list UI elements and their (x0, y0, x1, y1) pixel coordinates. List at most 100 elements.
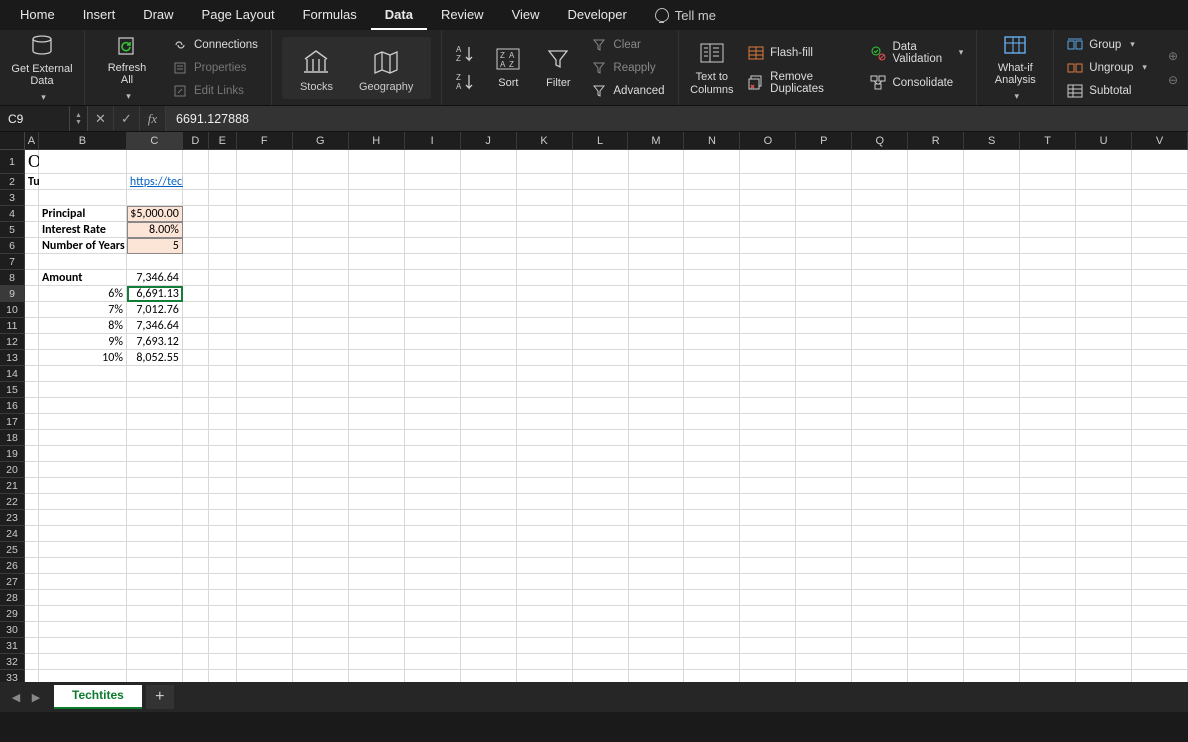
column-header-L[interactable]: L (573, 132, 629, 150)
cell-J3[interactable] (461, 190, 517, 206)
cell-R13[interactable] (908, 350, 964, 366)
cell-G4[interactable] (293, 206, 349, 222)
cell-P14[interactable] (796, 366, 852, 382)
cell-K2[interactable] (517, 174, 573, 190)
column-header-A[interactable]: A (25, 132, 39, 150)
cell-I27[interactable] (405, 574, 461, 590)
cell-E7[interactable] (209, 254, 237, 270)
cell-H12[interactable] (349, 334, 405, 350)
cell-K21[interactable] (517, 478, 573, 494)
column-header-D[interactable]: D (183, 132, 209, 150)
cell-C18[interactable] (127, 430, 183, 446)
cell-J30[interactable] (461, 622, 517, 638)
cell-A22[interactable] (25, 494, 39, 510)
cell-J32[interactable] (461, 654, 517, 670)
cell-J4[interactable] (461, 206, 517, 222)
cell-G28[interactable] (293, 590, 349, 606)
cell-P29[interactable] (796, 606, 852, 622)
cell-P15[interactable] (796, 382, 852, 398)
cell-F18[interactable] (237, 430, 293, 446)
cell-O5[interactable] (740, 222, 796, 238)
column-header-Q[interactable]: Q (852, 132, 908, 150)
cell-S17[interactable] (964, 414, 1020, 430)
cell-L27[interactable] (573, 574, 629, 590)
cell-F9[interactable] (237, 286, 293, 302)
cell-P17[interactable] (796, 414, 852, 430)
cell-I9[interactable] (405, 286, 461, 302)
cell-U20[interactable] (1076, 462, 1132, 478)
cell-G7[interactable] (293, 254, 349, 270)
cell-K16[interactable] (517, 398, 573, 414)
cell-S14[interactable] (964, 366, 1020, 382)
cell-T24[interactable] (1020, 526, 1076, 542)
cell-L2[interactable] (573, 174, 629, 190)
cell-B24[interactable] (39, 526, 127, 542)
cell-N30[interactable] (684, 622, 740, 638)
cell-U24[interactable] (1076, 526, 1132, 542)
cell-P11[interactable] (796, 318, 852, 334)
cell-R26[interactable] (908, 558, 964, 574)
cell-E4[interactable] (209, 206, 237, 222)
cell-S12[interactable] (964, 334, 1020, 350)
cell-M5[interactable] (629, 222, 685, 238)
data-validation-button[interactable]: Data Validation ▾ (867, 43, 966, 63)
cell-F14[interactable] (237, 366, 293, 382)
cell-Q2[interactable] (852, 174, 908, 190)
cell-V16[interactable] (1132, 398, 1188, 414)
cell-Q22[interactable] (852, 494, 908, 510)
cell-Q9[interactable] (852, 286, 908, 302)
cell-L30[interactable] (573, 622, 629, 638)
row-header[interactable]: 16 (0, 398, 25, 414)
cell-U18[interactable] (1076, 430, 1132, 446)
cell-Q25[interactable] (852, 542, 908, 558)
cell-K5[interactable] (517, 222, 573, 238)
tab-home[interactable]: Home (6, 1, 69, 30)
cell-N19[interactable] (684, 446, 740, 462)
cell-B9[interactable]: 6% (39, 286, 127, 302)
cell-E6[interactable] (209, 238, 237, 254)
cell-U10[interactable] (1076, 302, 1132, 318)
cell-A27[interactable] (25, 574, 39, 590)
cell-N1[interactable] (684, 150, 740, 174)
cell-Q24[interactable] (852, 526, 908, 542)
cell-A11[interactable] (25, 318, 39, 334)
cell-P16[interactable] (796, 398, 852, 414)
cell-J9[interactable] (461, 286, 517, 302)
cell-T25[interactable] (1020, 542, 1076, 558)
cell-S28[interactable] (964, 590, 1020, 606)
cell-U2[interactable] (1076, 174, 1132, 190)
cell-H24[interactable] (349, 526, 405, 542)
cell-J2[interactable] (461, 174, 517, 190)
row-header[interactable]: 18 (0, 430, 25, 446)
cell-V26[interactable] (1132, 558, 1188, 574)
cell-K27[interactable] (517, 574, 573, 590)
cell-F8[interactable] (237, 270, 293, 286)
cell-C28[interactable] (127, 590, 183, 606)
cell-H16[interactable] (349, 398, 405, 414)
cell-G5[interactable] (293, 222, 349, 238)
cell-M28[interactable] (629, 590, 685, 606)
cell-R18[interactable] (908, 430, 964, 446)
cell-G16[interactable] (293, 398, 349, 414)
row-header[interactable]: 20 (0, 462, 25, 478)
cell-E24[interactable] (209, 526, 237, 542)
cell-A6[interactable] (25, 238, 39, 254)
cell-N28[interactable] (684, 590, 740, 606)
cell-T2[interactable] (1020, 174, 1076, 190)
column-header-G[interactable]: G (293, 132, 349, 150)
cell-P1[interactable] (796, 150, 852, 174)
cell-G24[interactable] (293, 526, 349, 542)
cell-A17[interactable] (25, 414, 39, 430)
cell-S8[interactable] (964, 270, 1020, 286)
cell-O23[interactable] (740, 510, 796, 526)
cell-I5[interactable] (405, 222, 461, 238)
group-button[interactable]: Group ▾ (1064, 35, 1150, 55)
cell-E17[interactable] (209, 414, 237, 430)
row-header[interactable]: 27 (0, 574, 25, 590)
cell-H25[interactable] (349, 542, 405, 558)
cell-M18[interactable] (629, 430, 685, 446)
cell-S10[interactable] (964, 302, 1020, 318)
column-header-K[interactable]: K (517, 132, 573, 150)
cell-A3[interactable] (25, 190, 39, 206)
cell-I11[interactable] (405, 318, 461, 334)
